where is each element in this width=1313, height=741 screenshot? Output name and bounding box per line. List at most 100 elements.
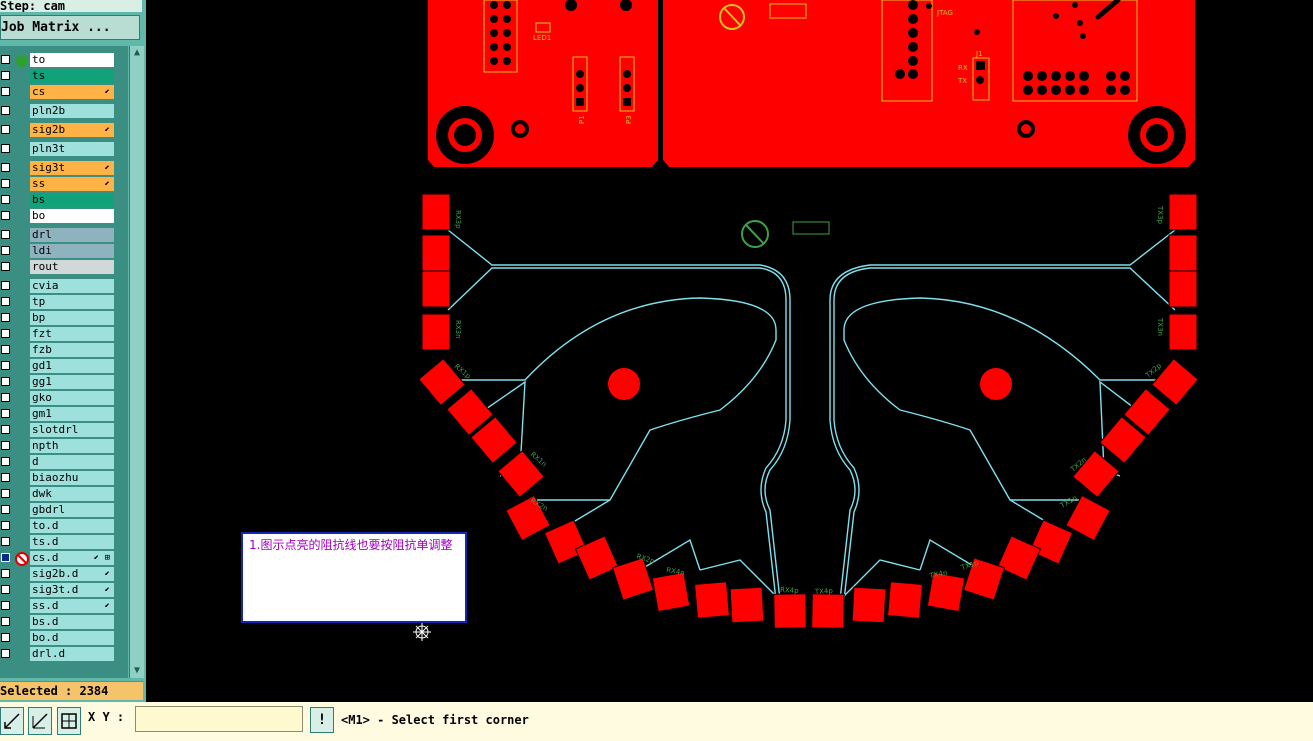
- layer-checkbox[interactable]: [1, 329, 10, 338]
- layer-name[interactable]: sig3t.d ⬋: [30, 583, 114, 597]
- layer-checkbox[interactable]: [1, 230, 10, 239]
- layer-name[interactable]: bs.d: [30, 615, 114, 629]
- layer-checkbox[interactable]: [1, 505, 10, 514]
- layer-row[interactable]: ss.d ⬋: [0, 599, 116, 613]
- layer-name[interactable]: biaozhu: [30, 471, 114, 485]
- layer-row[interactable]: bs.d: [0, 615, 116, 629]
- layer-checkbox[interactable]: [1, 361, 10, 370]
- layer-name[interactable]: bo.d: [30, 631, 114, 645]
- layer-row[interactable]: sig3t ⬋: [0, 161, 116, 175]
- layer-row[interactable]: d: [0, 455, 116, 469]
- layer-row[interactable]: gd1: [0, 359, 116, 373]
- layer-checkbox[interactable]: [1, 409, 10, 418]
- layer-row[interactable]: bo.d: [0, 631, 116, 645]
- layer-checkbox[interactable]: [1, 601, 10, 610]
- layer-name[interactable]: gd1: [30, 359, 114, 373]
- layer-name[interactable]: ss.d ⬋: [30, 599, 114, 613]
- layer-checkbox[interactable]: [1, 617, 10, 626]
- layer-row[interactable]: to.d: [0, 519, 116, 533]
- layer-name[interactable]: drl.d: [30, 647, 114, 661]
- layer-checkbox[interactable]: [1, 425, 10, 434]
- xy-input[interactable]: [135, 706, 303, 732]
- layer-checkbox[interactable]: [1, 55, 10, 64]
- layer-row[interactable]: tp: [0, 295, 116, 309]
- layer-row[interactable]: sig2b ⬋: [0, 123, 116, 137]
- layer-checkbox[interactable]: [1, 87, 10, 96]
- layer-checkbox[interactable]: [1, 457, 10, 466]
- layer-name[interactable]: cs.d ⬋ ⊞: [30, 551, 114, 565]
- layer-row[interactable]: bo: [0, 209, 116, 223]
- layer-name[interactable]: sig3t ⬋: [30, 161, 114, 175]
- layer-name[interactable]: slotdrl: [30, 423, 114, 437]
- layer-checkbox[interactable]: [1, 144, 10, 153]
- layer-checkbox[interactable]: [1, 211, 10, 220]
- layer-name[interactable]: ss ⬋: [30, 177, 114, 191]
- layer-row[interactable]: rout: [0, 260, 116, 274]
- layer-row[interactable]: pln2b: [0, 104, 116, 118]
- measure-button[interactable]: [28, 707, 52, 735]
- layer-checkbox[interactable]: [1, 569, 10, 578]
- layer-name[interactable]: ts: [30, 69, 114, 83]
- layer-row[interactable]: drl: [0, 228, 116, 242]
- layer-row[interactable]: sig2b.d ⬋: [0, 567, 116, 581]
- layer-row[interactable]: cs.d ⬋ ⊞: [0, 551, 116, 566]
- layer-row[interactable]: cs ⬋: [0, 85, 116, 99]
- layer-name[interactable]: dwk: [30, 487, 114, 501]
- layer-name[interactable]: pln2b: [30, 104, 114, 118]
- layer-checkbox[interactable]: [1, 585, 10, 594]
- layer-checkbox[interactable]: [1, 71, 10, 80]
- layer-checkbox[interactable]: [1, 313, 10, 322]
- layer-name[interactable]: ts.d: [30, 535, 114, 549]
- layer-checkbox[interactable]: [1, 281, 10, 290]
- layer-row[interactable]: fzb: [0, 343, 116, 357]
- layer-name[interactable]: bo: [30, 209, 114, 223]
- layer-name[interactable]: gg1: [30, 375, 114, 389]
- layer-row[interactable]: slotdrl: [0, 423, 116, 437]
- layer-name[interactable]: gm1: [30, 407, 114, 421]
- layer-checkbox[interactable]: [1, 473, 10, 482]
- layer-checkbox[interactable]: [1, 441, 10, 450]
- layer-row[interactable]: bs: [0, 193, 116, 207]
- layer-name[interactable]: cs ⬋: [30, 85, 114, 99]
- layer-checkbox[interactable]: [1, 649, 10, 658]
- layer-row[interactable]: cvia: [0, 279, 116, 293]
- layer-checkbox[interactable]: [1, 489, 10, 498]
- note-popup[interactable]: 1.图示点亮的阻抗线也要按阻抗单调整: [241, 532, 467, 623]
- layer-checkbox[interactable]: [1, 633, 10, 642]
- layer-row[interactable]: ldi: [0, 244, 116, 258]
- layer-row[interactable]: bp: [0, 311, 116, 325]
- grid-button[interactable]: [57, 707, 81, 735]
- job-matrix-button[interactable]: Job Matrix ...: [0, 15, 140, 40]
- layer-checkbox[interactable]: [1, 246, 10, 255]
- layer-checkbox[interactable]: [1, 377, 10, 386]
- layer-checkbox[interactable]: [1, 297, 10, 306]
- layer-row[interactable]: ss ⬋: [0, 177, 116, 191]
- layer-checkbox[interactable]: [1, 125, 10, 134]
- layer-name[interactable]: npth: [30, 439, 114, 453]
- layer-row[interactable]: gg1: [0, 375, 116, 389]
- layer-checkbox[interactable]: [1, 521, 10, 530]
- layer-row[interactable]: gko: [0, 391, 116, 405]
- layer-name[interactable]: fzt: [30, 327, 114, 341]
- layer-row[interactable]: sig3t.d ⬋: [0, 583, 116, 597]
- layer-checkbox[interactable]: [1, 163, 10, 172]
- layer-name[interactable]: ldi: [30, 244, 114, 258]
- layer-checkbox[interactable]: [1, 345, 10, 354]
- zoom-fit-button[interactable]: [0, 707, 24, 735]
- layer-checkbox[interactable]: [1, 106, 10, 115]
- layer-name[interactable]: gbdrl: [30, 503, 114, 517]
- layer-name[interactable]: fzb: [30, 343, 114, 357]
- scroll-down-icon[interactable]: ▼: [131, 665, 143, 677]
- layer-row[interactable]: ts.d: [0, 535, 116, 549]
- layer-name[interactable]: tp: [30, 295, 114, 309]
- layer-name[interactable]: to: [30, 53, 114, 67]
- layer-checkbox[interactable]: [1, 537, 10, 546]
- layer-checkbox[interactable]: [1, 262, 10, 271]
- layer-row[interactable]: dwk: [0, 487, 116, 501]
- layer-row[interactable]: biaozhu: [0, 471, 116, 485]
- scroll-up-icon[interactable]: ▲: [131, 47, 143, 59]
- layer-row[interactable]: pln3t: [0, 142, 116, 156]
- layer-name[interactable]: d: [30, 455, 114, 469]
- layer-checkbox[interactable]: [1, 393, 10, 402]
- layer-list-scrollbar[interactable]: ▲ ▼: [129, 46, 144, 678]
